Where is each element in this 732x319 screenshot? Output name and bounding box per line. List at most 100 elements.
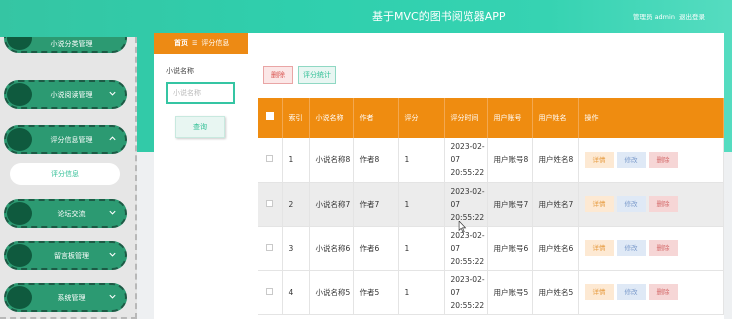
- row-checkbox-cell: [258, 226, 283, 271]
- cell-account: 用户账号7: [487, 182, 533, 227]
- cell-username: 用户姓名6: [532, 226, 579, 271]
- delete-button[interactable]: 删除: [648, 240, 678, 256]
- cell-index: 4: [282, 270, 310, 315]
- cell-score: 1: [398, 182, 445, 227]
- menu-circle-icon: [7, 83, 32, 106]
- select-all-header: [258, 98, 283, 138]
- row-checkbox[interactable]: [266, 243, 274, 251]
- sidebar: 小说分类管理 小说阅读管理 评分信息管理 评分信息 论坛交流 留言板管理 系统管…: [0, 37, 137, 319]
- cell-index: 3: [282, 226, 310, 271]
- cell-author: 作者6: [353, 226, 399, 271]
- sidebar-item-guestbook[interactable]: 留言板管理: [4, 241, 127, 270]
- detail-button[interactable]: 详情: [584, 240, 614, 256]
- rating-stats-button[interactable]: 评分统计: [298, 66, 336, 84]
- cell-account: 用户账号5: [487, 270, 533, 315]
- cell-actions: 详情 修改 删除: [578, 226, 724, 271]
- cell-author: 作者7: [353, 182, 399, 227]
- admin-label: 管理员 admin: [633, 13, 675, 21]
- sidebar-item-label: 论坛交流: [57, 210, 86, 218]
- row-checkbox-cell: [258, 182, 283, 227]
- menu-circle-icon: [7, 128, 32, 151]
- detail-button[interactable]: 详情: [584, 196, 614, 212]
- sidebar-item-label: 评分信息管理: [50, 136, 93, 144]
- chevron-up-icon: [109, 136, 116, 141]
- cell-author: 作者8: [353, 138, 399, 183]
- edit-button[interactable]: 修改: [616, 240, 646, 256]
- detail-button[interactable]: 详情: [584, 284, 614, 300]
- menu-circle-icon: [7, 244, 32, 267]
- table-row: 3 小说名称6 作者6 1 2023-02-07 20:55:22 用户账号6 …: [258, 226, 724, 271]
- submenu-item-rating-info[interactable]: 评分信息: [10, 163, 120, 185]
- column-header: 用户账号: [487, 98, 533, 138]
- sidebar-item-system[interactable]: 系统管理: [4, 283, 127, 312]
- cell-name: 小说名称7: [309, 182, 354, 227]
- column-header: 操作: [578, 98, 724, 138]
- sidebar-item-forum[interactable]: 论坛交流: [4, 199, 127, 228]
- sidebar-item-novel-category[interactable]: 小说分类管理: [4, 37, 127, 53]
- cell-score: 1: [398, 226, 445, 271]
- row-checkbox[interactable]: [266, 287, 274, 295]
- column-header: 索引: [282, 98, 310, 138]
- sidebar-item-label: 小说分类管理: [50, 40, 93, 48]
- app-title: 基于MVC的图书阅览器APP: [372, 10, 506, 23]
- cell-account: 用户账号6: [487, 226, 533, 271]
- search-input[interactable]: [166, 82, 235, 104]
- cell-index: 2: [282, 182, 310, 227]
- cell-time: 2023-02-07 20:55:22: [444, 270, 488, 315]
- delete-button[interactable]: 删除: [648, 196, 678, 212]
- cell-username: 用户姓名7: [532, 182, 579, 227]
- breadcrumb-home[interactable]: 首页: [174, 39, 188, 47]
- delete-button[interactable]: 删除: [648, 284, 678, 300]
- column-header: 作者: [353, 98, 399, 138]
- cell-time: 2023-02-07 20:55:22: [444, 138, 488, 183]
- table-header-row: 索引 小说名称 作者 评分 评分时间 用户账号 用户姓名 操作: [258, 98, 724, 138]
- sidebar-item-label: 系统管理: [57, 294, 86, 302]
- column-header: 小说名称: [309, 98, 354, 138]
- column-header: 用户姓名: [532, 98, 579, 138]
- sidebar-item-novel-reading[interactable]: 小说阅读管理: [4, 80, 127, 109]
- delete-button[interactable]: 删除: [648, 151, 678, 168]
- row-checkbox[interactable]: [266, 155, 274, 163]
- column-header: 评分: [398, 98, 445, 138]
- row-checkbox-cell: [258, 270, 283, 315]
- row-checkbox-cell: [258, 138, 283, 183]
- cell-name: 小说名称5: [309, 270, 354, 315]
- edit-button[interactable]: 修改: [616, 151, 646, 168]
- menu-circle-icon: [7, 286, 32, 309]
- cell-username: 用户姓名8: [532, 138, 579, 183]
- breadcrumb-current: 评分信息: [201, 39, 230, 47]
- table-row: 1 小说名称8 作者8 1 2023-02-07 20:55:22 用户账号8 …: [258, 138, 724, 183]
- cell-actions: 详情 修改 删除: [578, 182, 724, 227]
- breadcrumb: 首页 ☰ 评分信息: [154, 33, 248, 54]
- table-row: 2 小说名称7 作者7 1 2023-02-07 20:55:22 用户账号7 …: [258, 182, 724, 227]
- sidebar-item-label: 小说阅读管理: [50, 91, 93, 99]
- batch-delete-button[interactable]: 删除: [263, 66, 293, 84]
- sidebar-item-label: 留言板管理: [54, 252, 89, 260]
- edit-button[interactable]: 修改: [616, 196, 646, 212]
- chevron-down-icon: [109, 252, 116, 257]
- cell-index: 1: [282, 138, 310, 183]
- cell-account: 用户账号8: [487, 138, 533, 183]
- cell-score: 1: [398, 138, 445, 183]
- logout-link[interactable]: 退出登录: [679, 11, 705, 21]
- query-button[interactable]: 查询: [175, 116, 225, 138]
- table-row: 4 小说名称5 作者5 1 2023-02-07 20:55:22 用户账号5 …: [258, 270, 724, 315]
- column-header: 评分时间: [444, 98, 488, 138]
- menu-circle-icon: [7, 202, 32, 225]
- chevron-down-icon: [109, 294, 116, 299]
- text-cursor-icon: [458, 221, 467, 233]
- cell-name: 小说名称6: [309, 226, 354, 271]
- cell-author: 作者5: [353, 270, 399, 315]
- cell-time: 2023-02-07 20:55:22: [444, 182, 488, 227]
- menu-circle-icon: [7, 37, 32, 50]
- row-checkbox[interactable]: [266, 199, 274, 207]
- detail-button[interactable]: 详情: [584, 151, 614, 168]
- chevron-down-icon: [109, 210, 116, 215]
- cell-actions: 详情 修改 删除: [578, 270, 724, 315]
- search-label: 小说名称: [166, 67, 194, 75]
- select-all-checkbox[interactable]: [265, 112, 274, 120]
- menu-icon: ☰: [192, 40, 198, 47]
- edit-button[interactable]: 修改: [616, 284, 646, 300]
- sidebar-item-rating[interactable]: 评分信息管理: [4, 125, 127, 154]
- cell-score: 1: [398, 270, 445, 315]
